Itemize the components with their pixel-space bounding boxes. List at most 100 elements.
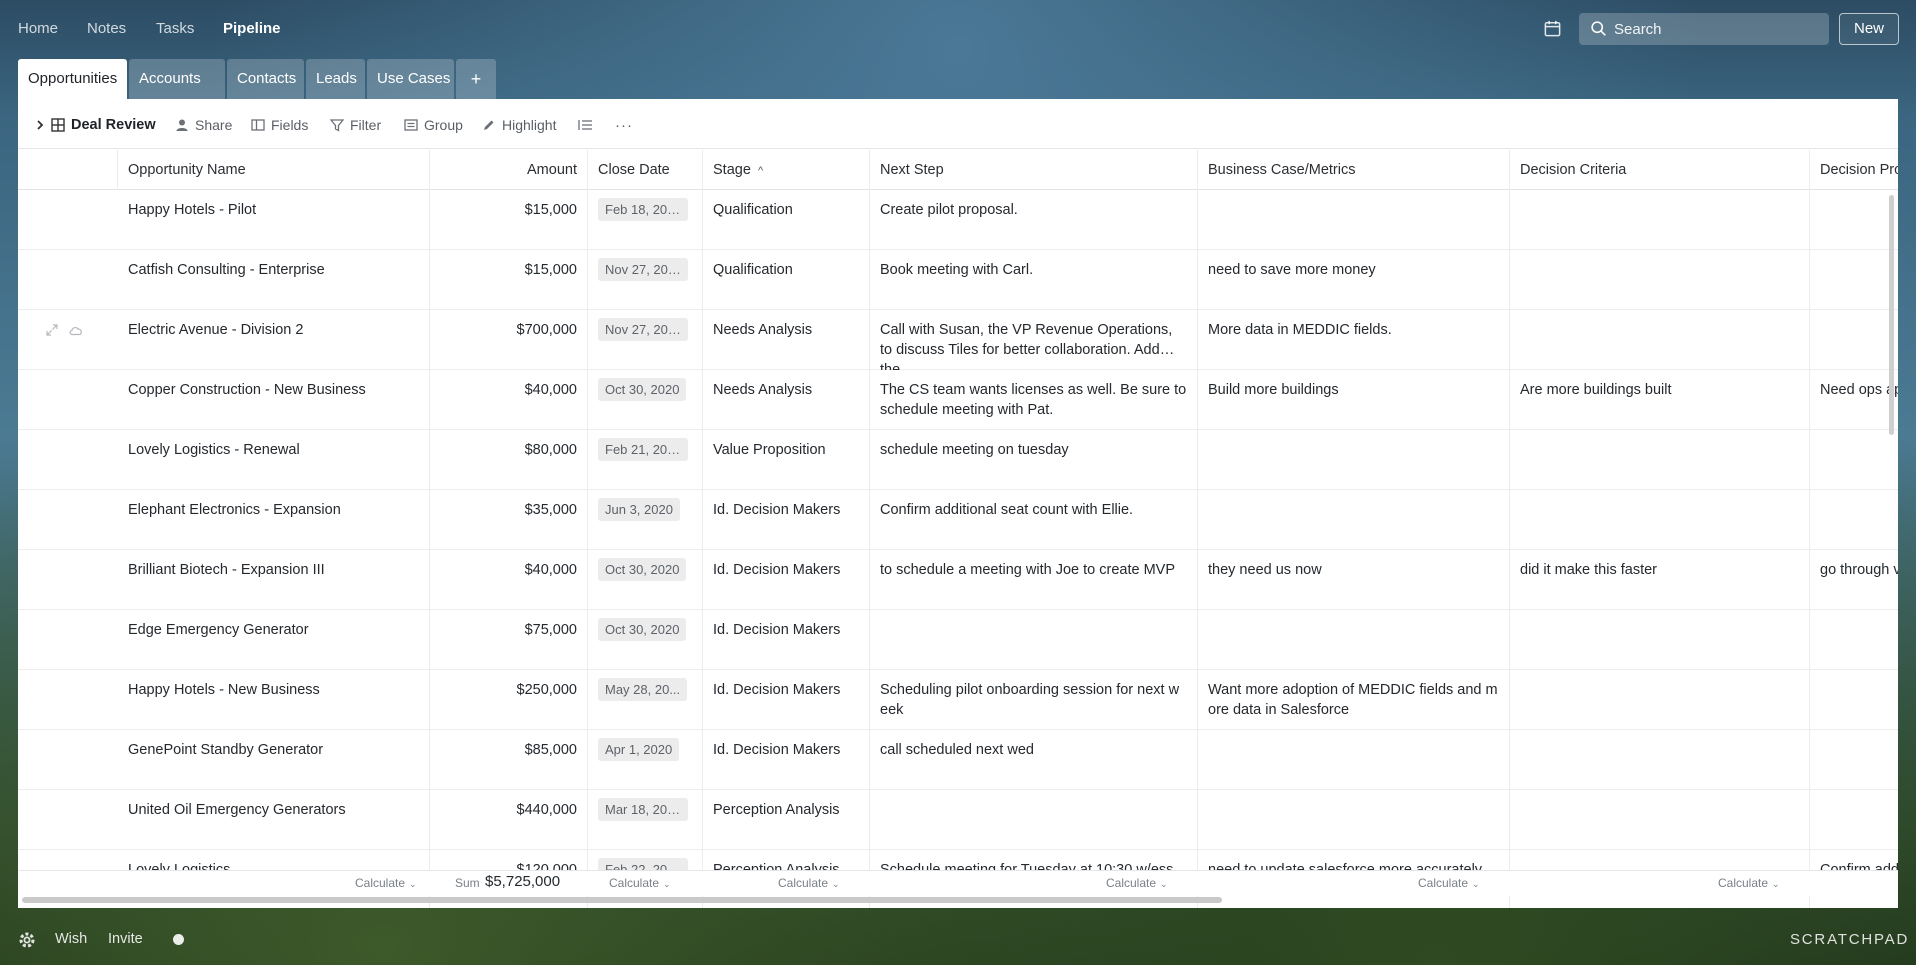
cell-decision-process[interactable] — [1810, 730, 1898, 790]
calculate-name[interactable]: Calculate ⌄ — [355, 876, 417, 890]
search-box[interactable] — [1579, 13, 1829, 45]
table-row[interactable]: Brilliant Biotech - Expansion III $40,00… — [18, 550, 1898, 610]
cell-decision-process[interactable] — [1810, 430, 1898, 490]
cell-close-date[interactable]: Nov 27, 2020 — [588, 310, 703, 370]
cell-amount[interactable]: $700,000 — [430, 310, 588, 370]
cell-decision-process[interactable] — [1810, 610, 1898, 670]
cell-close-date[interactable]: Apr 1, 2020 — [588, 730, 703, 790]
cell-next-step[interactable]: schedule meeting on tuesday — [870, 430, 1198, 490]
cell-decision-process[interactable] — [1810, 310, 1898, 370]
cell-business-case[interactable] — [1198, 610, 1510, 670]
cell-next-step[interactable]: Create pilot proposal. — [870, 190, 1198, 250]
tab-opportunities[interactable]: Opportunities — [18, 59, 127, 99]
highlight-button[interactable]: Highlight — [482, 115, 556, 135]
cell-name[interactable]: United Oil Emergency Generators — [118, 790, 430, 850]
cell-decision-process[interactable] — [1810, 490, 1898, 550]
cell-business-case[interactable] — [1198, 730, 1510, 790]
column-header-stage[interactable]: Stage ^ — [703, 150, 870, 190]
table-row[interactable]: United Oil Emergency Generators $440,000… — [18, 790, 1898, 850]
calculate-business-case[interactable]: Calculate ⌄ — [1418, 876, 1480, 890]
cell-name[interactable]: Happy Hotels - Pilot — [118, 190, 430, 250]
wish-link[interactable]: Wish — [55, 931, 87, 947]
cell-decision-process[interactable]: Need ops appr — [1810, 370, 1898, 430]
cell-business-case[interactable]: More data in MEDDIC fields. — [1198, 310, 1510, 370]
column-header-name[interactable]: Opportunity Name — [118, 150, 430, 190]
cell-name[interactable]: Lovely Logistics - Renewal — [118, 430, 430, 490]
cell-business-case[interactable]: Build more buildings — [1198, 370, 1510, 430]
cell-stage[interactable]: Qualification — [703, 250, 870, 310]
cell-stage[interactable]: Id. Decision Makers — [703, 490, 870, 550]
nav-tasks[interactable]: Tasks — [156, 20, 194, 37]
cell-amount[interactable]: $440,000 — [430, 790, 588, 850]
cell-decision-criteria[interactable] — [1510, 430, 1810, 490]
cell-amount[interactable]: $250,000 — [430, 670, 588, 730]
calculate-next-step[interactable]: Calculate ⌄ — [1106, 876, 1168, 890]
column-header-decision-process[interactable]: Decision Proce — [1810, 150, 1898, 190]
cell-stage[interactable]: Value Proposition — [703, 430, 870, 490]
tab-accounts[interactable]: Accounts — [129, 59, 225, 99]
table-row[interactable]: Copper Construction - New Business $40,0… — [18, 370, 1898, 430]
cell-close-date[interactable]: Feb 18, 2020 — [588, 190, 703, 250]
cell-stage[interactable]: Id. Decision Makers — [703, 670, 870, 730]
column-header-decision-criteria[interactable]: Decision Criteria — [1510, 150, 1810, 190]
add-tab-button[interactable]: + — [456, 59, 496, 99]
cell-amount[interactable]: $35,000 — [430, 490, 588, 550]
table-row[interactable]: Electric Avenue - Division 2 $700,000 No… — [18, 310, 1898, 370]
cell-amount[interactable]: $15,000 — [430, 190, 588, 250]
cell-amount[interactable]: $15,000 — [430, 250, 588, 310]
table-row[interactable]: Elephant Electronics - Expansion $35,000… — [18, 490, 1898, 550]
cell-decision-process[interactable] — [1810, 790, 1898, 850]
cell-stage[interactable]: Needs Analysis — [703, 310, 870, 370]
cell-stage[interactable]: Id. Decision Makers — [703, 610, 870, 670]
cell-close-date[interactable]: May 28, 20... — [588, 670, 703, 730]
cell-amount[interactable]: $75,000 — [430, 610, 588, 670]
cell-name[interactable]: Edge Emergency Generator — [118, 610, 430, 670]
cell-decision-criteria[interactable] — [1510, 730, 1810, 790]
calculate-stage[interactable]: Calculate ⌄ — [778, 876, 840, 890]
filter-button[interactable]: Filter — [330, 115, 381, 135]
nav-pipeline[interactable]: Pipeline — [223, 20, 281, 37]
group-button[interactable]: Group — [404, 115, 463, 135]
cell-stage[interactable]: Id. Decision Makers — [703, 550, 870, 610]
cell-close-date[interactable]: Oct 30, 2020 — [588, 550, 703, 610]
expand-icon[interactable] — [46, 324, 58, 336]
cell-decision-criteria[interactable] — [1510, 310, 1810, 370]
cell-stage[interactable]: Needs Analysis — [703, 370, 870, 430]
table-row[interactable]: Happy Hotels - Pilot $15,000 Feb 18, 202… — [18, 190, 1898, 250]
cell-next-step[interactable]: Scheduling pilot onboarding session for … — [870, 670, 1198, 730]
cell-close-date[interactable]: Mar 18, 2020 — [588, 790, 703, 850]
column-header-close-date[interactable]: Close Date — [588, 150, 703, 190]
cell-business-case[interactable] — [1198, 430, 1510, 490]
cell-decision-process[interactable]: go through vp — [1810, 550, 1898, 610]
cell-amount[interactable]: $40,000 — [430, 550, 588, 610]
cell-close-date[interactable]: Oct 30, 2020 — [588, 610, 703, 670]
cell-next-step[interactable]: Call with Susan, the VP Revenue Operatio… — [870, 310, 1198, 370]
table-row[interactable]: GenePoint Standby Generator $85,000 Apr … — [18, 730, 1898, 790]
cell-business-case[interactable] — [1198, 490, 1510, 550]
cell-business-case[interactable] — [1198, 790, 1510, 850]
column-header-amount[interactable]: Amount — [430, 150, 588, 190]
calculate-close-date[interactable]: Calculate ⌄ — [609, 876, 671, 890]
tab-contacts[interactable]: Contacts — [227, 59, 304, 99]
row-height-button[interactable] — [577, 115, 593, 135]
cell-name[interactable]: Catfish Consulting - Enterprise — [118, 250, 430, 310]
cell-business-case[interactable]: need to save more money — [1198, 250, 1510, 310]
cell-close-date[interactable]: Nov 27, 2020 — [588, 250, 703, 310]
cell-stage[interactable]: Qualification — [703, 190, 870, 250]
cell-decision-criteria[interactable] — [1510, 670, 1810, 730]
cell-name[interactable]: Elephant Electronics - Expansion — [118, 490, 430, 550]
cell-name[interactable]: GenePoint Standby Generator — [118, 730, 430, 790]
calculate-decision-criteria[interactable]: Calculate ⌄ — [1718, 876, 1780, 890]
cell-amount[interactable]: $40,000 — [430, 370, 588, 430]
cell-stage[interactable]: Perception Analysis — [703, 790, 870, 850]
cell-name[interactable]: Copper Construction - New Business — [118, 370, 430, 430]
cell-decision-process[interactable] — [1810, 670, 1898, 730]
search-input[interactable] — [1614, 13, 1819, 45]
cell-name[interactable]: Happy Hotels - New Business — [118, 670, 430, 730]
table-row[interactable]: Catfish Consulting - Enterprise $15,000 … — [18, 250, 1898, 310]
cell-amount[interactable]: $80,000 — [430, 430, 588, 490]
cell-decision-criteria[interactable]: did it make this faster — [1510, 550, 1810, 610]
cell-decision-process[interactable] — [1810, 190, 1898, 250]
table-row[interactable]: Lovely Logistics - Renewal $80,000 Feb 2… — [18, 430, 1898, 490]
cell-name[interactable]: Brilliant Biotech - Expansion III — [118, 550, 430, 610]
